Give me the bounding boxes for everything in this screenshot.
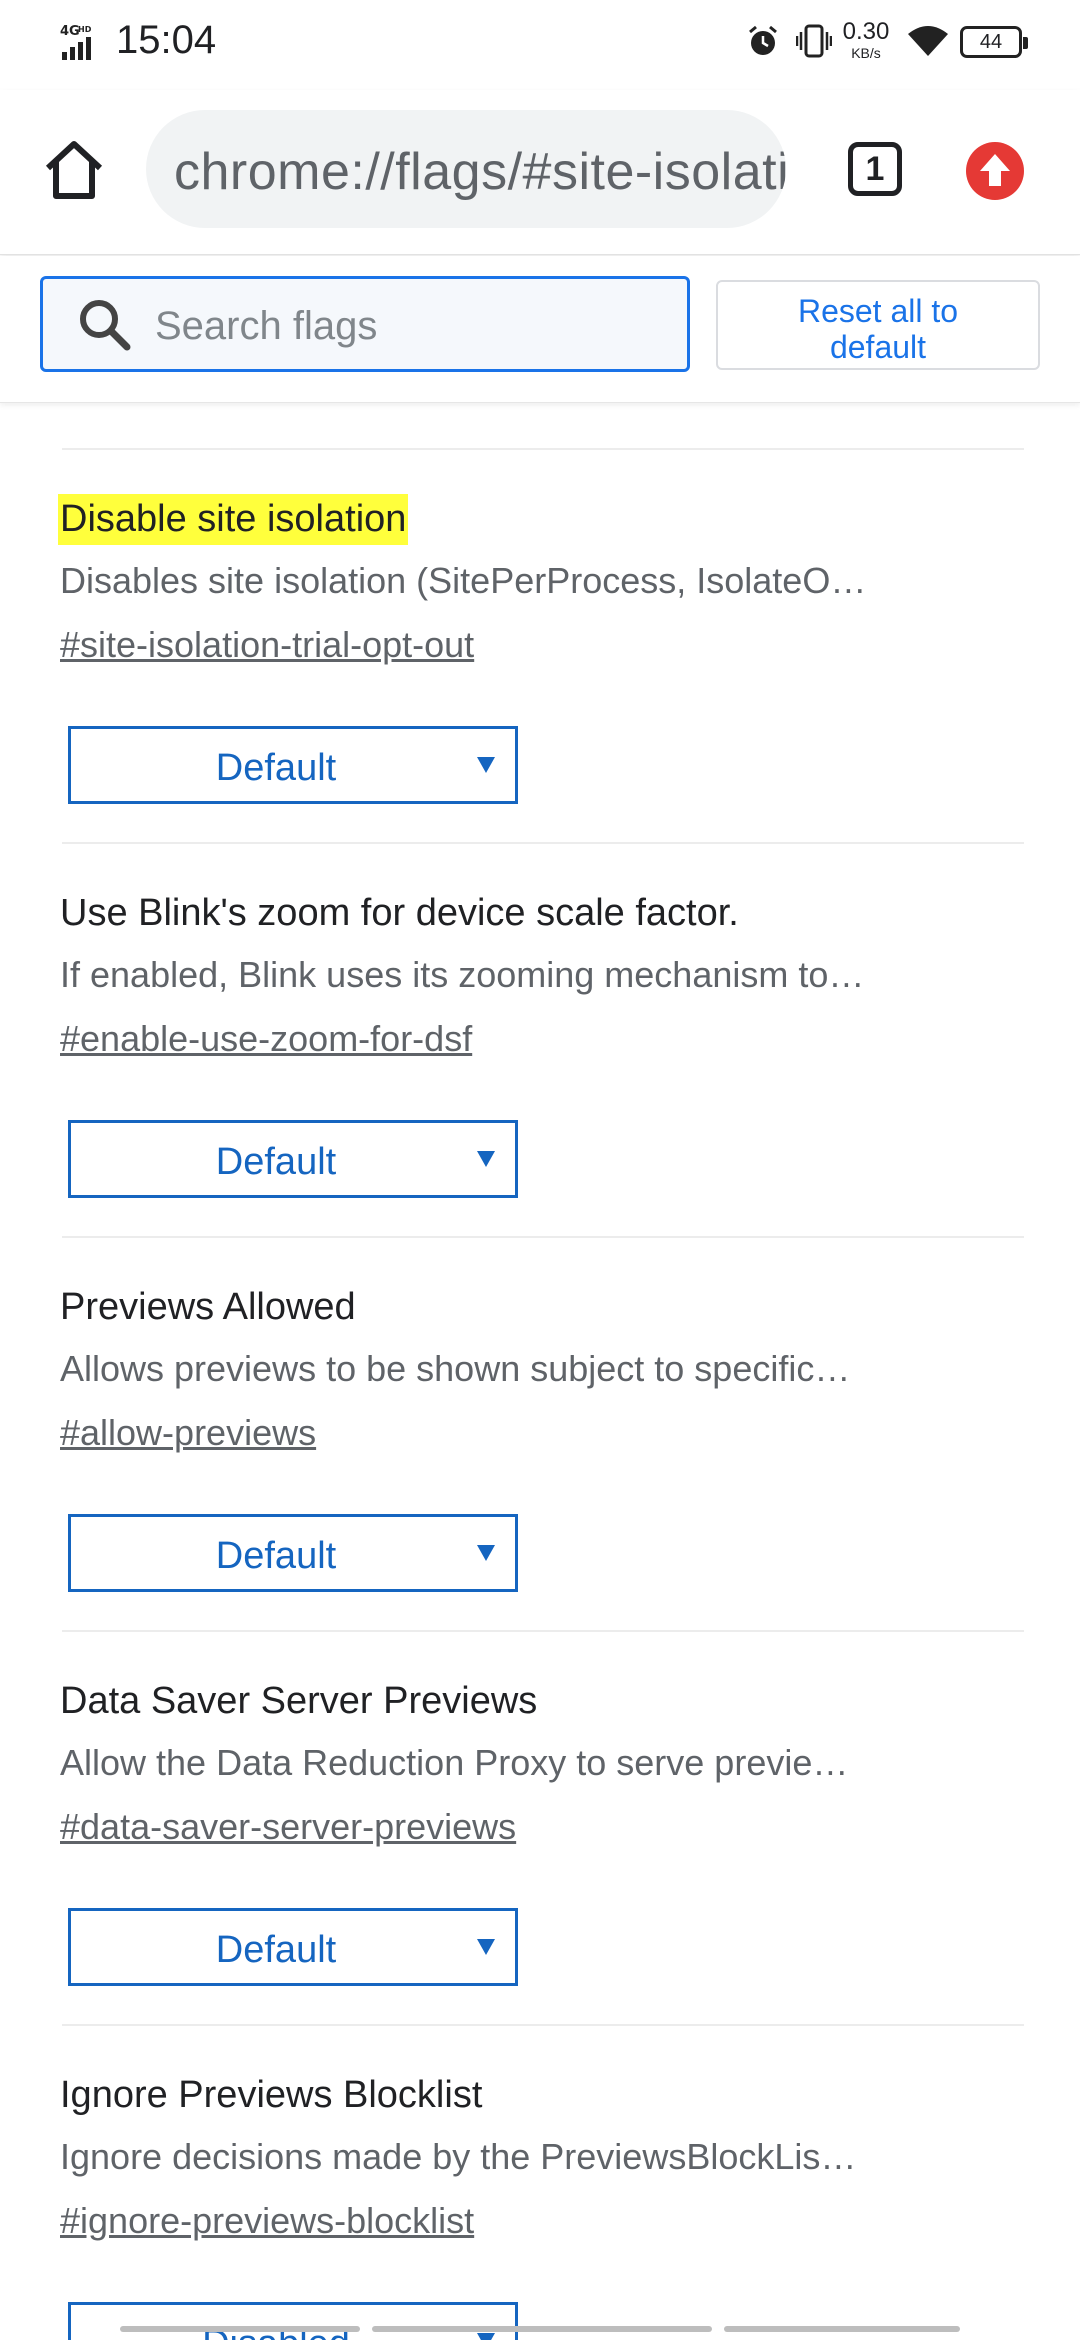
flag-title: Data Saver Server Previews xyxy=(60,1680,538,1722)
battery-icon: 44 xyxy=(960,26,1028,58)
flag-title: Ignore Previews Blocklist xyxy=(60,2074,483,2116)
update-icon[interactable] xyxy=(966,142,1024,200)
horizontal-scroll-indicator xyxy=(120,2326,960,2334)
flag-select[interactable]: Default xyxy=(68,1120,518,1198)
search-input[interactable] xyxy=(153,291,677,361)
flag-link[interactable]: #enable-use-zoom-for-dsf xyxy=(60,1018,472,1060)
scroll-segment xyxy=(724,2326,960,2332)
clock: 15:04 xyxy=(116,18,217,62)
select-value: Default xyxy=(215,1535,337,1577)
flags-list: Disable site isolation Disables site iso… xyxy=(0,402,1080,2340)
flag-description: Disables site isolation (SitePerProcess,… xyxy=(60,560,867,601)
network-speed: 0.30 KB/s xyxy=(838,18,894,61)
flag-select[interactable]: Disabled xyxy=(68,2302,518,2340)
reset-label-line2: default xyxy=(829,328,927,365)
browser-toolbar: chrome://flags/#site-isolation-trial-opt… xyxy=(0,90,1080,255)
status-bar: 4G HD 15:04 0.30 KB/s 44 xyxy=(0,0,1080,90)
flag-item: Data Saver Server Previews Allow the Dat… xyxy=(0,1630,1080,2024)
dropdown-arrow-icon xyxy=(477,757,495,773)
reset-all-button[interactable]: Reset all to default xyxy=(716,280,1040,370)
flag-item: Ignore Previews Blocklist Ignore decisio… xyxy=(0,2024,1080,2340)
scroll-segment xyxy=(372,2326,712,2332)
scroll-segment xyxy=(120,2326,360,2332)
wifi-icon xyxy=(908,26,948,56)
dropdown-arrow-icon xyxy=(477,1151,495,1167)
url-text[interactable]: chrome://flags/#site-isolation-trial-opt… xyxy=(174,142,786,202)
search-icon xyxy=(80,300,131,351)
address-bar[interactable]: chrome://flags/#site-isolation-trial-opt… xyxy=(146,110,786,228)
flag-description: Allows previews to be shown subject to s… xyxy=(60,1348,851,1389)
dropdown-arrow-icon xyxy=(477,1545,495,1561)
flag-description: Allow the Data Reduction Proxy to serve … xyxy=(60,1742,849,1783)
svg-text:4G: 4G xyxy=(60,24,80,39)
search-row: Reset all to default xyxy=(0,256,1080,403)
select-value: Default xyxy=(215,747,337,789)
search-box[interactable] xyxy=(40,276,690,372)
flag-select[interactable]: Default xyxy=(68,726,518,804)
flag-title: Use Blink's zoom for device scale factor… xyxy=(60,892,739,934)
flag-item: Use Blink's zoom for device scale factor… xyxy=(0,842,1080,1236)
flag-select[interactable]: Default xyxy=(68,1514,518,1592)
flag-item: Disable site isolation Disables site iso… xyxy=(0,448,1080,842)
flag-description: If enabled, Blink uses its zooming mecha… xyxy=(60,954,865,995)
signal-icon: 4G HD xyxy=(60,24,92,60)
vibrate-icon xyxy=(796,24,832,58)
flag-link[interactable]: #ignore-previews-blocklist xyxy=(60,2200,474,2242)
flag-title: Disable site isolation xyxy=(58,494,409,545)
flag-description: Ignore decisions made by the PreviewsBlo… xyxy=(60,2136,857,2177)
select-value: Default xyxy=(215,1929,337,1971)
speed-unit: KB/s xyxy=(851,45,881,61)
reset-label-line1: Reset all to xyxy=(797,292,959,329)
arrow-up-icon xyxy=(980,154,1010,186)
flag-link[interactable]: #data-saver-server-previews xyxy=(60,1806,516,1848)
tab-switcher-icon[interactable]: 1 xyxy=(848,142,902,196)
speed-value: 0.30 xyxy=(842,18,890,45)
flag-item: Previews Allowed Allows previews to be s… xyxy=(0,1236,1080,1630)
flag-select[interactable]: Default xyxy=(68,1908,518,1986)
alarm-icon xyxy=(749,25,777,55)
select-value: Default xyxy=(215,1141,337,1183)
flag-link[interactable]: #site-isolation-trial-opt-out xyxy=(60,624,474,666)
flag-link[interactable]: #allow-previews xyxy=(60,1412,316,1454)
home-icon[interactable] xyxy=(38,134,110,206)
flag-title: Previews Allowed xyxy=(60,1286,356,1328)
svg-text:HD: HD xyxy=(78,25,92,34)
dropdown-arrow-icon xyxy=(477,1939,495,1955)
